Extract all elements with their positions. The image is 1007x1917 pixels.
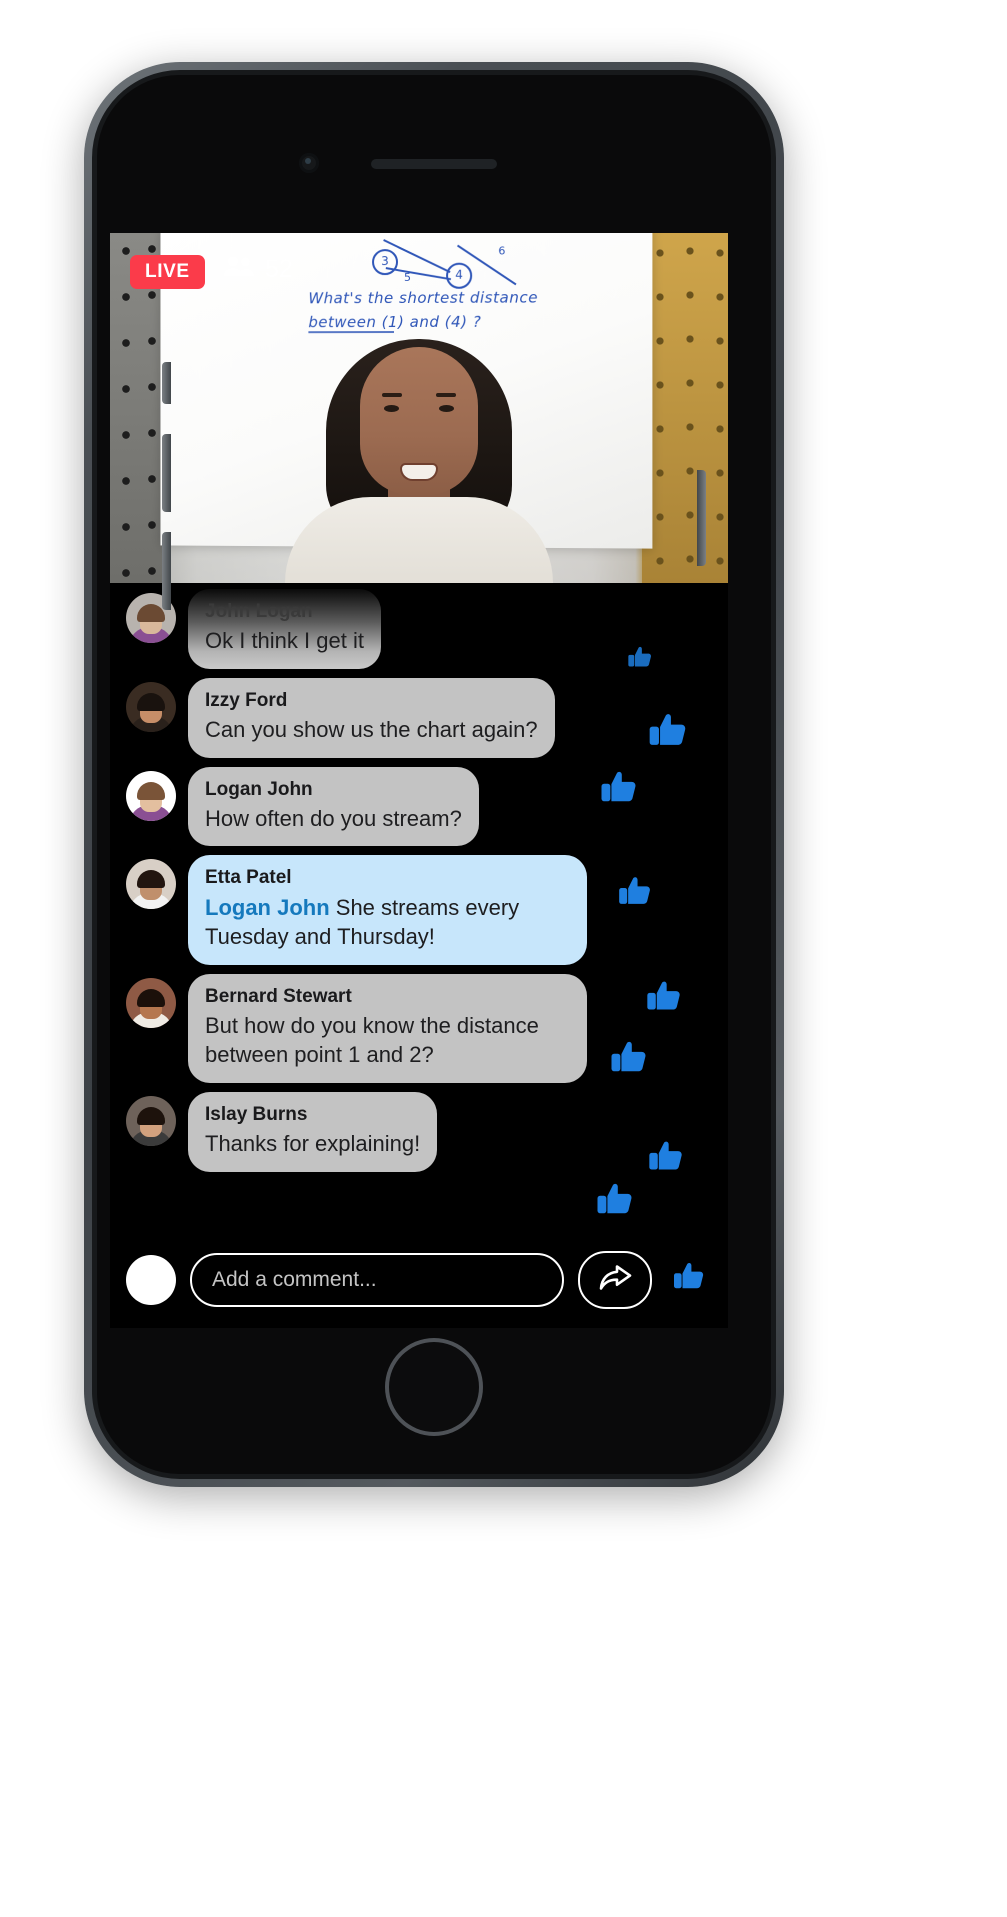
chat-bubble[interactable]: Etta Patel Logan John She streams every T… — [188, 855, 587, 965]
graph-edge-label-1: 5 — [404, 270, 412, 284]
avatar[interactable] — [126, 681, 176, 732]
whiteboard-text-line1: What's the shortest distance — [308, 288, 539, 308]
chat-author-name: Izzy Ford — [205, 689, 288, 711]
thumbs-up-icon — [608, 1036, 650, 1084]
thumbs-up-icon — [671, 1258, 707, 1303]
chat-bubble[interactable]: Bernard Stewart But how do you know the d… — [188, 973, 587, 1083]
volume-up-button[interactable] — [162, 434, 171, 512]
like-button[interactable] — [666, 1258, 712, 1303]
chat-message-row[interactable]: Izzy Ford Can you show us the chart again… — [110, 677, 728, 758]
presenter-brow-left — [382, 393, 402, 397]
live-badge: LIVE — [130, 255, 205, 289]
thumbs-up-icon — [616, 872, 654, 916]
chat-message-text: Can you show us the chart again? — [205, 717, 538, 743]
thumbs-up-icon — [646, 708, 690, 758]
phone-screen: 3 4 5 6 What's the shortest distance bet… — [110, 233, 728, 1328]
comment-input[interactable] — [190, 1253, 564, 1307]
earpiece-speaker — [371, 159, 497, 169]
thumbs-up-icon — [594, 1178, 636, 1226]
home-button[interactable] — [385, 1338, 483, 1436]
chat-message-text: Logan John She streams every Tuesday and… — [205, 893, 570, 952]
chat-message-text: How often do you stream? — [205, 805, 462, 831]
power-button[interactable] — [697, 470, 706, 566]
presenter-mouth — [402, 465, 436, 479]
chat-author-name: Bernard Stewart — [205, 985, 352, 1007]
chat-bubble[interactable]: John Logan Ok I think I get it — [188, 589, 381, 669]
presenter-eye-right — [439, 405, 454, 412]
thumbs-up-icon — [626, 643, 654, 677]
live-video-player[interactable]: 3 4 5 6 What's the shortest distance bet… — [110, 233, 728, 583]
share-button[interactable] — [578, 1251, 652, 1309]
chat-message-text: Ok I think I get it — [205, 628, 364, 654]
share-arrow-icon — [597, 1263, 633, 1298]
avatar[interactable] — [126, 1095, 176, 1146]
chat-message-row[interactable]: Islay Burns Thanks for explaining! — [110, 1091, 728, 1172]
chat-bubble[interactable]: Islay Burns Thanks for explaining! — [188, 1091, 438, 1172]
whiteboard-underline — [308, 331, 395, 334]
people-icon — [223, 255, 255, 283]
avatar[interactable] — [126, 977, 176, 1028]
thumbs-up-icon — [646, 1136, 686, 1182]
graph-node-a: 3 — [372, 249, 399, 276]
avatar[interactable] — [126, 859, 176, 910]
viewer-count-group: 52 — [223, 255, 293, 283]
silence-switch[interactable] — [162, 362, 171, 404]
presenter-figure — [269, 339, 569, 583]
volume-down-button[interactable] — [162, 532, 171, 610]
chat-bubble[interactable]: Logan John How often do you stream? — [188, 766, 479, 847]
live-chat-area: John Logan Ok I think I get it Izzy Ford Ca… — [110, 583, 728, 1328]
phone-body: 3 4 5 6 What's the shortest distance bet… — [97, 75, 771, 1474]
chat-message-text: But how do you know the distance between… — [205, 1012, 539, 1068]
graph-edge-label-2: 6 — [498, 244, 506, 258]
comment-composer — [110, 1242, 728, 1328]
chat-author-name: Islay Burns — [205, 1103, 308, 1125]
presenter-eye-left — [384, 405, 399, 412]
graph-node-b: 4 — [446, 262, 473, 289]
chat-author-name: Etta Patel — [205, 867, 292, 889]
chat-bubble[interactable]: Izzy Ford Can you show us the chart again… — [188, 677, 555, 758]
avatar[interactable] — [126, 770, 176, 821]
whiteboard-text-line2: between (1) and (4) ? — [308, 312, 482, 332]
viewer-count-label: 52 — [265, 254, 293, 283]
presenter-shirt — [285, 497, 553, 583]
thumbs-up-icon — [598, 766, 640, 814]
chat-author-name: Logan John — [205, 778, 313, 800]
wall-panel-right — [642, 233, 728, 583]
chat-message-text: Thanks for explaining! — [205, 1131, 421, 1157]
presenter-brow-right — [436, 393, 456, 397]
front-camera-icon — [299, 153, 319, 173]
current-user-avatar — [126, 1255, 176, 1305]
chat-author-name: John Logan — [205, 601, 313, 622]
chat-mention[interactable]: Logan John — [205, 895, 330, 920]
thumbs-up-icon — [644, 976, 684, 1022]
phone-device-frame: 3 4 5 6 What's the shortest distance bet… — [84, 62, 784, 1487]
